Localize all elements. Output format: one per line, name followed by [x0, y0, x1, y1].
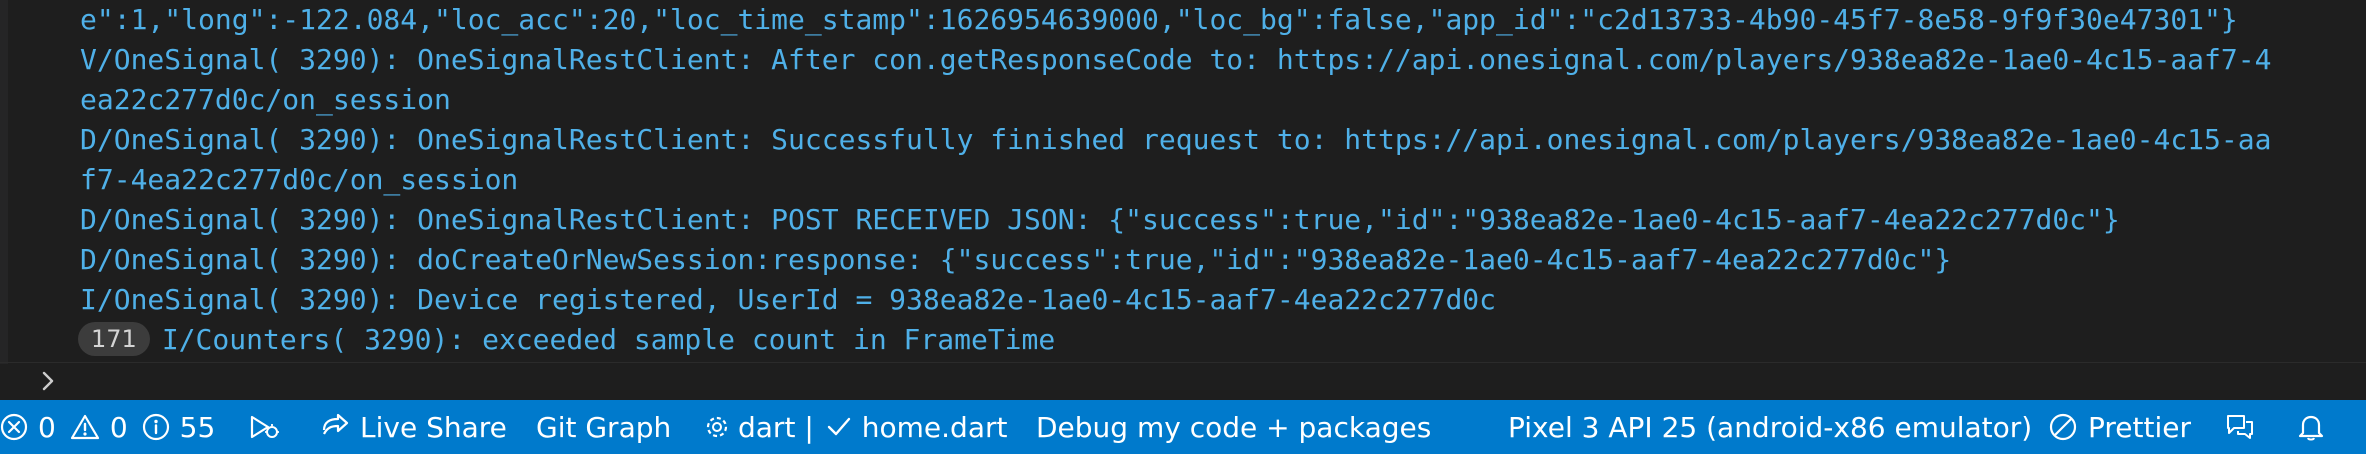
repeat-count-badge: 171 [78, 322, 150, 356]
console-line: V/OneSignal( 3290): OneSignalRestClient:… [80, 40, 2350, 80]
run-debug-button[interactable] [246, 400, 280, 454]
feedback-icon [2224, 412, 2256, 442]
console-line-text: D/OneSignal( 3290): doCreateOrNewSession… [80, 243, 1952, 276]
device-selector[interactable]: Pixel 3 API 25 (android-x86 emulator) [1508, 400, 2032, 454]
dart-label: dart | [738, 410, 814, 444]
live-share-icon [320, 412, 350, 442]
debug-mode-button[interactable]: Debug my code + packages [1036, 400, 1431, 454]
prettier-icon [2048, 412, 2078, 442]
prettier-button[interactable]: Prettier [2048, 400, 2191, 454]
device-label: Pixel 3 API 25 (android-x86 emulator) [1508, 410, 2033, 444]
info-circle-icon [142, 413, 170, 441]
live-share-label: Live Share [360, 410, 507, 444]
console-line: 171 I/Counters( 3290): exceeded sample co… [78, 320, 2350, 360]
error-circle-icon [0, 413, 28, 441]
warning-triangle-icon [70, 413, 100, 441]
console-line-text: I/Counters( 3290): exceeded sample count… [161, 323, 1056, 356]
debug-mode-label: Debug my code + packages [1036, 410, 1432, 444]
dart-status[interactable]: dart | home.dart [702, 400, 1007, 454]
console-line: D/OneSignal( 3290): OneSignalRestClient:… [80, 120, 2350, 160]
gear-icon [702, 412, 732, 442]
status-bar: 0 0 55 Live Share Git Graph dart | home.… [0, 400, 2366, 454]
console-line-text: f7-4ea22c277d0c/on_session [80, 163, 519, 196]
info-count: 55 [179, 410, 216, 444]
problems-indicator[interactable]: 0 0 55 [0, 400, 215, 454]
console-line: f7-4ea22c277d0c/on_session [80, 160, 2350, 200]
console-line-text: D/OneSignal( 3290): OneSignalRestClient:… [80, 123, 2272, 156]
chevron-right-icon [36, 369, 60, 393]
feedback-button[interactable] [2224, 400, 2256, 454]
check-icon [826, 414, 852, 440]
bell-icon [2296, 412, 2326, 442]
console-input[interactable] [0, 362, 2366, 401]
console-line: e":1,"long":-122.084,"loc_acc":20,"loc_t… [80, 0, 2350, 40]
console-line-text: D/OneSignal( 3290): OneSignalRestClient:… [80, 203, 2120, 236]
debug-console: e":1,"long":-122.084,"loc_acc":20,"loc_t… [0, 0, 2366, 364]
console-line: I/OneSignal( 3290): Device registered, U… [80, 280, 2350, 320]
dart-file-label: home.dart [861, 410, 1008, 444]
console-output: e":1,"long":-122.084,"loc_acc":20,"loc_t… [78, 0, 2350, 360]
console-line: ea22c277d0c/on_session [80, 80, 2350, 120]
git-graph-button[interactable]: Git Graph [536, 400, 671, 454]
console-line: D/OneSignal( 3290): OneSignalRestClient:… [80, 200, 2350, 240]
notifications-button[interactable] [2296, 400, 2326, 454]
console-line: D/OneSignal( 3290): doCreateOrNewSession… [80, 240, 2350, 280]
git-graph-label: Git Graph [536, 410, 672, 444]
live-share-button[interactable]: Live Share [320, 400, 507, 454]
console-line-text: V/OneSignal( 3290): OneSignalRestClient:… [80, 43, 2272, 76]
run-debug-icon [246, 412, 280, 442]
warning-count: 0 [109, 410, 128, 444]
console-line-text: ea22c277d0c/on_session [80, 83, 451, 116]
console-line-text: I/OneSignal( 3290): Device registered, U… [80, 283, 1497, 316]
console-gutter [0, 0, 8, 364]
console-line-text: e":1,"long":-122.084,"loc_acc":20,"loc_t… [80, 3, 2238, 36]
prettier-label: Prettier [2088, 410, 2191, 444]
error-count: 0 [38, 410, 56, 444]
